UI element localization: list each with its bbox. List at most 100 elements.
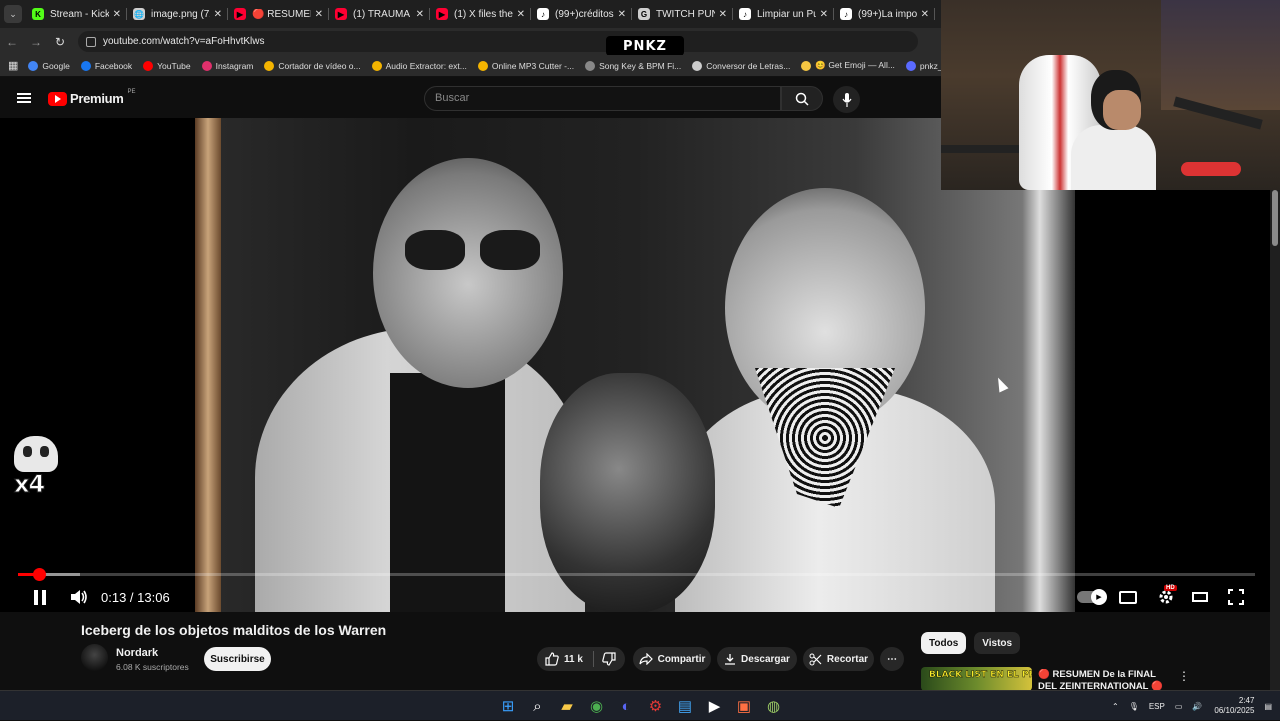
back-icon[interactable]: ←: [0, 35, 24, 49]
share-button[interactable]: Compartir: [633, 647, 711, 671]
tab-label: (99+)La import: [858, 8, 917, 20]
channel-name[interactable]: Nordark: [116, 647, 158, 659]
recommendation-filter-chips: Todos Vistos: [921, 632, 1028, 654]
filter-chip[interactable]: Vistos: [974, 632, 1021, 654]
chrome-icon[interactable]: ◉: [587, 696, 607, 716]
progress-bar[interactable]: [18, 568, 1255, 581]
tab-close-icon[interactable]: ✕: [113, 9, 121, 20]
browser-tab[interactable]: K Stream - Kick D ✕: [26, 0, 127, 28]
volume-button[interactable]: [68, 586, 90, 608]
recommendation-more-icon[interactable]: ⋮: [1178, 669, 1190, 683]
tab-label: 🔴 RESUMEN D: [252, 8, 311, 20]
bookmark-item[interactable]: YouTube: [143, 60, 191, 71]
voice-search-button[interactable]: [833, 86, 860, 113]
tab-search-menu-icon[interactable]: ⌄: [4, 5, 22, 23]
bookmark-item[interactable]: Instagram: [201, 60, 253, 71]
app3-icon[interactable]: ◍: [764, 696, 784, 716]
recommendation-thumbnail[interactable]: BLACK LIST EN EL PRIME: [921, 667, 1032, 691]
tab-close-icon[interactable]: ✕: [921, 9, 929, 20]
bookmark-favicon-icon: [801, 60, 812, 71]
subscriber-count: 6.08 K suscriptores: [116, 662, 189, 672]
volume-icon: [71, 590, 87, 604]
logo-brand-text: Premium: [70, 91, 124, 106]
scrubber-handle[interactable]: [33, 568, 47, 581]
tab-close-icon[interactable]: ✕: [315, 9, 323, 20]
search-icon[interactable]: ⌕: [528, 696, 548, 716]
scrollbar-thumb[interactable]: [1272, 190, 1278, 246]
bookmark-label: Audio Extractor: ext...: [385, 60, 467, 71]
tab-close-icon[interactable]: ✕: [820, 9, 828, 20]
tab-close-icon[interactable]: ✕: [214, 9, 222, 20]
man-figure-head: [373, 158, 563, 388]
thumbs-up-icon[interactable]: [545, 652, 559, 666]
clip-button[interactable]: Recortar: [803, 647, 874, 671]
browser-tab[interactable]: ▶ 🔴 RESUMEN D ✕: [228, 0, 329, 28]
browser-tab[interactable]: G TWITCH PUNK ✕: [632, 0, 733, 28]
bookmark-item[interactable]: Online MP3 Cutter -...: [477, 60, 574, 71]
pause-button[interactable]: [30, 586, 50, 608]
subtitles-button[interactable]: [1118, 586, 1138, 608]
bookmark-favicon-icon: [80, 60, 91, 71]
reload-icon[interactable]: ↻: [48, 35, 72, 49]
more-actions-button[interactable]: ⋯: [880, 647, 904, 671]
bookmark-item[interactable]: Google: [28, 60, 70, 71]
browser-tab[interactable]: ♪ (99+)La import ✕: [834, 0, 935, 28]
bookmark-item[interactable]: Facebook: [80, 60, 132, 71]
subscribe-button[interactable]: Suscribirse: [204, 647, 271, 671]
bookmark-item[interactable]: Conversor de Letras...: [692, 60, 790, 71]
tab-favicon-icon: ♪: [739, 8, 751, 20]
tab-close-icon[interactable]: ✕: [618, 9, 626, 20]
bookmark-item[interactable]: 😊 Get Emoji — All...: [801, 60, 895, 71]
filter-chip[interactable]: Todos: [921, 632, 967, 654]
app2-icon[interactable]: ▣: [734, 696, 754, 716]
like-count[interactable]: 11 k: [564, 654, 583, 665]
tab-close-icon[interactable]: ✕: [719, 9, 727, 20]
browser-tab[interactable]: ▶ (1) X files then ✕: [430, 0, 531, 28]
url-field[interactable]: youtube.com/watch?v=aFoHhvtKlws: [78, 31, 918, 52]
tab-favicon-icon: ▶: [436, 8, 448, 20]
video-player[interactable]: x4 0:13 / 13:06 ▶ HD: [0, 118, 1280, 612]
clock[interactable]: 2:47 06/10/2025: [1214, 696, 1254, 716]
youtube-premium-logo[interactable]: Premium PE: [48, 89, 136, 106]
search-button[interactable]: [781, 86, 823, 111]
tray-overflow-icon[interactable]: ⌃: [1112, 702, 1119, 711]
bookmark-item[interactable]: Audio Extractor: ext...: [371, 60, 467, 71]
autoplay-toggle[interactable]: ▶: [1076, 586, 1107, 608]
page-scrollbar[interactable]: [1270, 190, 1280, 690]
download-button[interactable]: Descargar: [717, 647, 797, 671]
media-player-icon[interactable]: ▶: [705, 696, 725, 716]
site-info-icon[interactable]: [86, 36, 96, 47]
youtube-play-logo-icon: [48, 91, 67, 106]
bookmark-item[interactable]: Cortador de vídeo o...: [264, 60, 361, 71]
notifications-icon[interactable]: ▤: [1264, 702, 1272, 711]
menu-icon[interactable]: [17, 93, 31, 103]
recommendation-title[interactable]: 🔴 RESUMEN De la FINAL DEL ZEINTERNATIONA…: [1038, 669, 1170, 691]
language-indicator[interactable]: ESP: [1149, 702, 1165, 711]
apps-grid-icon[interactable]: ▦: [8, 59, 18, 72]
forward-icon[interactable]: →: [24, 35, 48, 49]
bookmark-favicon-icon: [905, 60, 916, 71]
windows-start-icon[interactable]: ⊞: [498, 696, 518, 716]
browser-tab[interactable]: 🌐 image.png (72 ✕: [127, 0, 228, 28]
discord-icon[interactable]: ◐: [616, 696, 636, 716]
theater-mode-button[interactable]: [1190, 586, 1210, 608]
tab-close-icon[interactable]: ✕: [517, 9, 525, 20]
search-input[interactable]: Buscar: [424, 86, 781, 111]
browser-tab[interactable]: ▶ (1) TRAUMA M ✕: [329, 0, 430, 28]
tab-close-icon[interactable]: ✕: [416, 9, 424, 20]
notepad-icon[interactable]: ▤: [675, 696, 695, 716]
url-text: youtube.com/watch?v=aFoHhvtKlws: [103, 36, 265, 47]
speaker-icon[interactable]: 🔊: [1192, 702, 1202, 711]
browser-tab[interactable]: ♪ (99+)créditos a ✕: [531, 0, 632, 28]
fullscreen-button[interactable]: [1226, 586, 1246, 608]
thumbs-down-icon[interactable]: [602, 652, 616, 666]
tray-microphone-icon[interactable]: 🎙: [1129, 702, 1139, 711]
browser-tab[interactable]: ♪ Limpiar un Pul ✕: [733, 0, 834, 28]
file-explorer-icon[interactable]: ▰: [557, 696, 577, 716]
skull-icon: [14, 436, 58, 472]
tab-favicon-icon: ▶: [335, 8, 347, 20]
bookmark-item[interactable]: Song Key & BPM Fi...: [585, 60, 681, 71]
app-icon[interactable]: ⚙: [646, 696, 666, 716]
network-icon[interactable]: ▭: [1175, 702, 1183, 711]
channel-avatar[interactable]: [81, 644, 108, 671]
